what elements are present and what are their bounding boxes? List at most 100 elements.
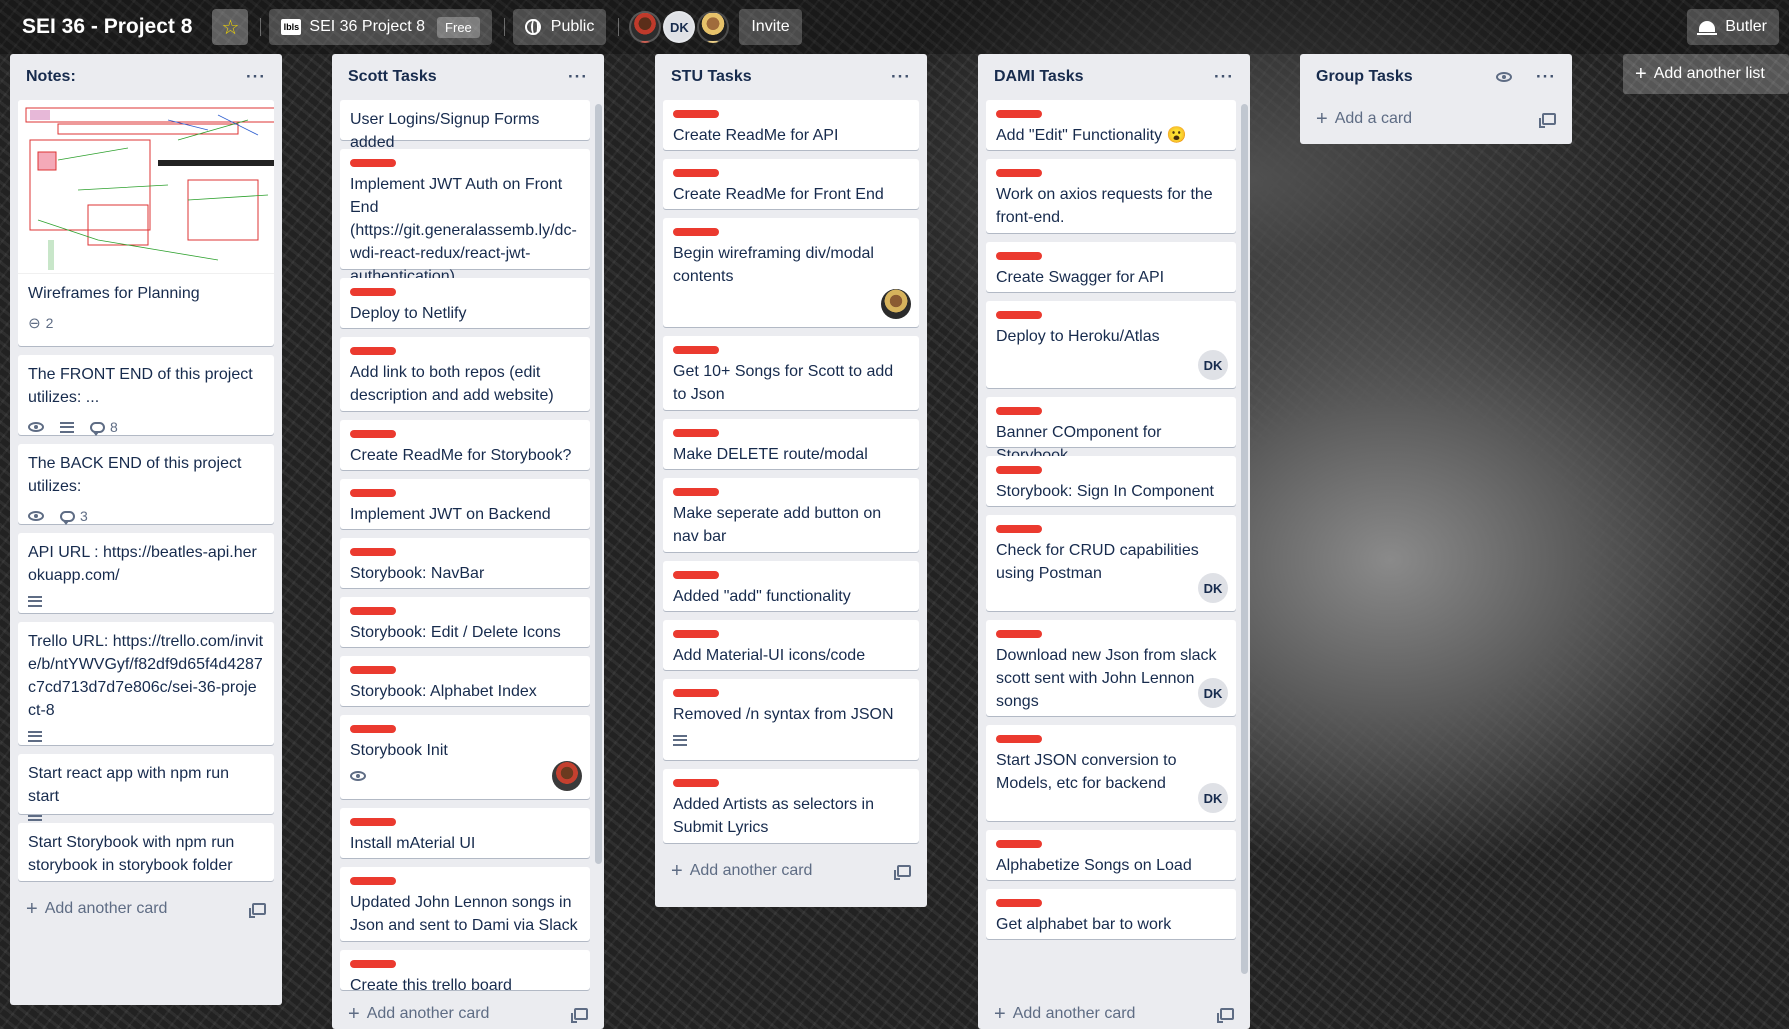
butler-label: Butler bbox=[1725, 18, 1767, 35]
card-title: Added "add" functionality bbox=[673, 588, 851, 605]
card[interactable]: Removed /n syntax from JSON bbox=[663, 679, 919, 760]
list-title[interactable]: Group Tasks bbox=[1316, 68, 1413, 86]
card[interactable]: Deploy to Heroku/Atlas DK bbox=[986, 301, 1236, 388]
invite-button[interactable]: Invite bbox=[739, 9, 802, 45]
card[interactable]: Get alphabet bar to work bbox=[986, 889, 1236, 939]
add-card-button[interactable]: + Add another card bbox=[340, 995, 596, 1029]
add-card-button[interactable]: + Add another card bbox=[18, 890, 274, 928]
card[interactable]: Make DELETE route/modal bbox=[663, 419, 919, 469]
list-scrollbar[interactable] bbox=[595, 104, 602, 864]
list-title[interactable]: Notes: bbox=[26, 68, 76, 86]
card[interactable]: Storybook: Alphabet Index bbox=[340, 656, 590, 706]
card[interactable]: Alphabetize Songs on Load bbox=[986, 830, 1236, 880]
list-title[interactable]: DAMI Tasks bbox=[994, 68, 1084, 86]
card-label-red bbox=[350, 877, 396, 885]
card-member-avatar[interactable]: DK bbox=[1198, 678, 1228, 708]
list-scrollbar[interactable] bbox=[1241, 104, 1248, 974]
card[interactable]: Storybook Init bbox=[340, 715, 590, 799]
card-template-icon[interactable] bbox=[1217, 1008, 1234, 1023]
card[interactable]: Start Storybook with npm run storybook i… bbox=[18, 823, 274, 881]
card-title: Check for CRUD capabilities using Postma… bbox=[996, 542, 1199, 582]
watching-eye-icon[interactable] bbox=[1496, 72, 1513, 82]
list-menu-icon[interactable]: ··· bbox=[240, 67, 272, 87]
card[interactable]: The FRONT END of this project utilizes: … bbox=[18, 355, 274, 436]
add-card-label: Add another card bbox=[44, 900, 168, 917]
card[interactable]: Add Material-UI icons/code bbox=[663, 620, 919, 670]
butler-button[interactable]: Butler bbox=[1687, 9, 1779, 45]
card[interactable]: Work on axios requests for the front-end… bbox=[986, 159, 1236, 233]
card[interactable]: Begin wireframing div/modal contents bbox=[663, 218, 919, 327]
card[interactable]: Storybook: Edit / Delete Icons bbox=[340, 597, 590, 647]
board-lists: Notes: ··· Wireframes for Planning ⊘ 2 T… bbox=[0, 54, 1789, 1029]
card[interactable]: Create this trello board bbox=[340, 950, 590, 990]
card[interactable]: Implement JWT Auth on Front End (https:/… bbox=[340, 149, 590, 285]
card[interactable]: Make seperate add button on nav bar bbox=[663, 478, 919, 552]
card[interactable]: Create ReadMe for API bbox=[663, 100, 919, 150]
list-title[interactable]: STU Tasks bbox=[671, 68, 752, 86]
card[interactable]: Deploy to Netlify bbox=[340, 278, 590, 328]
list-title[interactable]: Scott Tasks bbox=[348, 68, 437, 86]
list-stu-tasks[interactable]: STU Tasks ··· Create ReadMe for API Crea… bbox=[655, 54, 927, 907]
card-title: Make DELETE route/modal bbox=[673, 446, 868, 463]
list-dami-tasks[interactable]: DAMI Tasks ··· Add "Edit" Functionality … bbox=[978, 54, 1250, 1029]
card-member-avatar[interactable]: DK bbox=[1198, 783, 1228, 813]
add-card-button[interactable]: + Add a card bbox=[1308, 100, 1564, 138]
card[interactable]: Install mAterial UI bbox=[340, 808, 590, 858]
card[interactable]: Storybook: Sign In Component bbox=[986, 456, 1236, 506]
card[interactable]: Create ReadMe for Storybook? bbox=[340, 420, 590, 470]
star-board-button[interactable]: ☆ bbox=[212, 9, 249, 45]
card-member-avatar[interactable]: DK bbox=[1198, 350, 1228, 380]
list-menu-icon[interactable]: ··· bbox=[1208, 67, 1240, 87]
card[interactable]: User Logins/Signup Forms added bbox=[340, 100, 590, 151]
card-member-avatar[interactable]: DK bbox=[1198, 573, 1228, 603]
list-scott-tasks[interactable]: Scott Tasks ··· User Logins/Signup Forms… bbox=[332, 54, 604, 1029]
card[interactable]: Added Artists as selectors in Submit Lyr… bbox=[663, 769, 919, 843]
list-menu-icon[interactable]: ··· bbox=[562, 67, 594, 87]
add-card-button[interactable]: + Add another card bbox=[986, 995, 1242, 1029]
card[interactable]: Add "Edit" Functionality 😮 bbox=[986, 100, 1236, 150]
add-list-button[interactable]: + Add another list bbox=[1623, 54, 1789, 94]
add-card-button[interactable]: + Add another card bbox=[663, 852, 919, 890]
card-label-red bbox=[673, 228, 719, 236]
card[interactable]: Added "add" functionality bbox=[663, 561, 919, 611]
card[interactable]: Download new Json from slack scott sent … bbox=[986, 620, 1236, 716]
list-group-tasks[interactable]: Group Tasks ··· + Add a card bbox=[1300, 54, 1572, 144]
member-avatar[interactable] bbox=[697, 11, 730, 43]
member-avatar[interactable]: DK bbox=[663, 11, 696, 43]
team-button[interactable]: lbls SEI 36 Project 8 Free bbox=[269, 9, 492, 45]
card[interactable]: API URL : https://beatles-api.herokuapp.… bbox=[18, 533, 274, 613]
member-avatar[interactable] bbox=[629, 11, 662, 43]
board-title[interactable]: SEI 36 - Project 8 bbox=[10, 15, 204, 39]
card[interactable]: Implement JWT on Backend bbox=[340, 479, 590, 529]
card[interactable]: Wireframes for Planning ⊘ 2 bbox=[18, 100, 274, 346]
card-label-red bbox=[673, 779, 719, 787]
card-template-icon[interactable] bbox=[571, 1008, 588, 1023]
list-menu-icon[interactable]: ··· bbox=[1530, 67, 1562, 87]
card[interactable]: Create Swagger for API bbox=[986, 242, 1236, 292]
card-template-icon[interactable] bbox=[894, 865, 911, 880]
card-member-avatar[interactable] bbox=[881, 289, 911, 319]
card-badges: 3 bbox=[28, 506, 264, 526]
card[interactable]: Banner COmponent for Storybook bbox=[986, 397, 1236, 464]
card-template-icon[interactable] bbox=[249, 903, 266, 918]
card-label-red bbox=[350, 489, 396, 497]
card[interactable]: Add link to both repos (edit description… bbox=[340, 337, 590, 411]
card[interactable]: Start JSON conversion to Models, etc for… bbox=[986, 725, 1236, 821]
card-label-red bbox=[350, 960, 396, 968]
card[interactable]: Get 10+ Songs for Scott to add to Json bbox=[663, 336, 919, 410]
card-template-icon[interactable] bbox=[1539, 113, 1556, 128]
card[interactable]: The BACK END of this project utilizes: 3 bbox=[18, 444, 274, 526]
card-badges: ⊘ 2 bbox=[24, 313, 264, 334]
list-menu-icon[interactable]: ··· bbox=[885, 67, 917, 87]
card[interactable]: Updated John Lennon songs in Json and se… bbox=[340, 867, 590, 941]
visibility-button[interactable]: Public bbox=[512, 9, 607, 45]
card[interactable]: Check for CRUD capabilities using Postma… bbox=[986, 515, 1236, 611]
card[interactable]: Trello URL: https://trello.com/invite/b/… bbox=[18, 622, 274, 745]
card-title: Make seperate add button on nav bar bbox=[673, 505, 882, 545]
card[interactable]: Create ReadMe for Front End bbox=[663, 159, 919, 209]
card[interactable]: Storybook: NavBar bbox=[340, 538, 590, 588]
card-member-avatar[interactable] bbox=[552, 761, 582, 791]
card-label-red bbox=[673, 689, 719, 697]
list-notes[interactable]: Notes: ··· Wireframes for Planning ⊘ 2 T… bbox=[10, 54, 282, 1005]
card[interactable]: Start react app with npm run start bbox=[18, 754, 274, 826]
